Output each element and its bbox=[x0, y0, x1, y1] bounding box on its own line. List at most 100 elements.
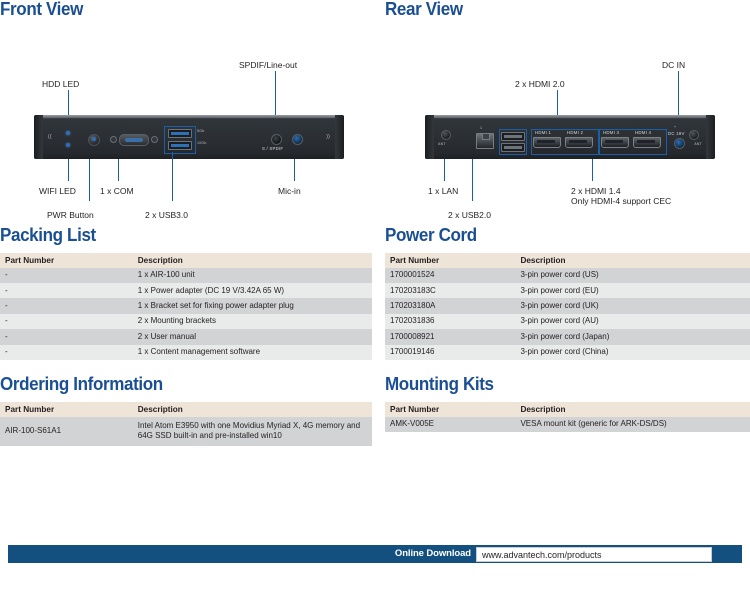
table-row: 170203180A 3-pin power cord (UK) bbox=[385, 298, 750, 314]
dc-voltage-label: DC 19V bbox=[668, 130, 685, 136]
cell-part-number: 170203183C bbox=[385, 282, 516, 299]
usb3-port-bottom bbox=[168, 140, 192, 150]
cell-part-number: - bbox=[0, 282, 133, 299]
power-cord-section: Power Cord Part Number Description 17000… bbox=[385, 224, 750, 361]
callout-dc-in: DC IN bbox=[662, 59, 686, 70]
header-part-number: Part Number bbox=[385, 252, 516, 268]
table-row: 1700001524 3-pin power cord (US) bbox=[385, 267, 750, 283]
usb3-top-label: 5Gb bbox=[197, 128, 205, 133]
leader-com bbox=[118, 158, 119, 181]
cell-part-number: 1700001524 bbox=[385, 267, 516, 283]
header-part-number: Part Number bbox=[385, 401, 516, 417]
callout-hdd-led: HDD LED bbox=[42, 78, 80, 89]
chassis-right-end bbox=[335, 114, 344, 159]
header-part-number: Part Number bbox=[0, 401, 133, 417]
hdmi2-label: HDMI 2 bbox=[567, 129, 584, 135]
chassis-left-end bbox=[34, 114, 43, 159]
table-row: AMK-V005E VESA mount kit (generic for AR… bbox=[385, 416, 750, 432]
table-header-row: Part Number Description bbox=[0, 401, 372, 417]
footer-bar: Online Download www.advantech.com/produc… bbox=[8, 545, 742, 563]
leader-hdmi-14 bbox=[592, 158, 593, 181]
lan-label: 1 bbox=[480, 125, 483, 130]
callout-hdmi-20: 2 x HDMI 2.0 bbox=[515, 78, 565, 89]
cell-part-number: 1700008921 bbox=[385, 329, 516, 345]
hdd-led-indicator bbox=[66, 130, 70, 135]
hdmi4-port bbox=[633, 136, 661, 148]
table-header-row: Part Number Description bbox=[385, 401, 750, 417]
antenna-right-label: ANT bbox=[694, 141, 702, 146]
antenna-right bbox=[689, 129, 699, 140]
table-header-row: Part Number Description bbox=[0, 252, 372, 268]
packing-list-title: Packing List bbox=[0, 224, 96, 245]
online-download-label: Online Download bbox=[394, 548, 471, 559]
cell-description: Intel Atom E3950 with one Movidius Myria… bbox=[132, 416, 372, 446]
mounting-kits-table: Part Number Description AMK-V005E VESA m… bbox=[385, 401, 750, 432]
leader-mic-in bbox=[294, 158, 295, 181]
callout-lan: 1 x LAN bbox=[428, 185, 459, 196]
cell-description: 2 x Mounting brackets bbox=[132, 313, 372, 330]
callout-hdmi-cec: Only HDMI-4 support CEC bbox=[571, 195, 672, 206]
usb3-port-top bbox=[168, 128, 192, 138]
cell-description: VESA mount kit (generic for ARK-DS/DS) bbox=[515, 416, 750, 432]
usb2-port-top bbox=[501, 131, 525, 141]
cell-description: 1 x Bracket set for fixing power adapter… bbox=[132, 298, 372, 314]
online-download-url-box[interactable]: www.advantech.com/products bbox=[476, 546, 712, 562]
cell-description: 1 x AIR-100 unit bbox=[132, 267, 372, 283]
front-view-section: Front View HDD LED SPDIF/Line-out (( )) bbox=[0, 0, 372, 220]
online-download-url[interactable]: www.advantech.com/products bbox=[482, 550, 602, 560]
rear-chassis-right-end bbox=[706, 114, 715, 159]
power-button[interactable] bbox=[88, 133, 100, 146]
hdmi1-port bbox=[533, 136, 561, 148]
cell-description: 3-pin power cord (UK) bbox=[515, 298, 750, 314]
table-row: - 1 x Content management software bbox=[0, 344, 372, 361]
cell-description: 3-pin power cord (AU) bbox=[515, 313, 750, 330]
packing-list-section: Packing List Part Number Description - 1… bbox=[0, 224, 372, 361]
front-chassis: (( )) 5Gb 10Gb S / SPDIF bbox=[34, 114, 344, 159]
com-port bbox=[119, 133, 149, 146]
table-row: 1702031836 3-pin power cord (AU) bbox=[385, 313, 750, 330]
cell-description: 3-pin power cord (China) bbox=[515, 344, 750, 361]
front-view-title: Front View bbox=[0, 0, 84, 19]
usb2-port-bottom bbox=[501, 142, 525, 152]
cell-description: 1 x Power adapter (DC 19 V/3.42A 65 W) bbox=[132, 282, 372, 299]
callout-mic-in: Mic-in bbox=[278, 185, 301, 196]
callout-pwr-button: PWR Button bbox=[47, 209, 94, 220]
hdmi3-port bbox=[601, 136, 629, 148]
callout-spdif-line-out: SPDIF/Line-out bbox=[239, 59, 298, 70]
table-row: AIR-100-S61A1 Intel Atom E3950 with one … bbox=[0, 416, 372, 446]
mounting-kits-section: Mounting Kits Part Number Description AM… bbox=[385, 374, 750, 432]
cell-part-number: - bbox=[0, 267, 133, 283]
power-cord-title: Power Cord bbox=[385, 224, 477, 245]
hdmi4-label: HDMI 4 bbox=[635, 129, 652, 135]
rear-view-diagram: 2 x HDMI 2.0 DC IN ANT ANT 1 HDMI 1 HDMI… bbox=[385, 27, 750, 220]
com-screw-right bbox=[151, 135, 158, 143]
ordering-information-table: Part Number Description AIR-100-S61A1 In… bbox=[0, 401, 372, 446]
hdmi1-label: HDMI 1 bbox=[535, 129, 552, 135]
table-row: 1700019146 3-pin power cord (China) bbox=[385, 344, 750, 361]
cell-part-number: - bbox=[0, 298, 133, 314]
hdmi3-label: HDMI 3 bbox=[603, 129, 620, 135]
header-part-number: Part Number bbox=[0, 252, 133, 268]
header-description: Description bbox=[132, 252, 372, 268]
callout-com: 1 x COM bbox=[100, 185, 134, 196]
leader-usb3 bbox=[172, 151, 173, 201]
leader-lan bbox=[444, 158, 445, 181]
table-row: - 1 x Bracket set for fixing power adapt… bbox=[0, 298, 372, 314]
rear-view-section: Rear View 2 x HDMI 2.0 DC IN ANT ANT 1 H… bbox=[385, 0, 750, 220]
table-row: 1700008921 3-pin power cord (Japan) bbox=[385, 329, 750, 345]
power-cord-table: Part Number Description 1700001524 3-pin… bbox=[385, 252, 750, 361]
ordering-information-title: Ordering Information bbox=[0, 373, 163, 394]
front-left-mark: (( bbox=[48, 133, 52, 140]
rear-chassis-left-end bbox=[425, 114, 434, 159]
leader-wifi-led bbox=[68, 158, 69, 181]
table-row: 170203183C 3-pin power cord (EU) bbox=[385, 282, 750, 299]
callout-usb3: 2 x USB3.0 bbox=[145, 209, 188, 220]
cell-part-number: 1700019146 bbox=[385, 344, 516, 361]
cell-part-number: - bbox=[0, 344, 133, 361]
header-description: Description bbox=[515, 252, 750, 268]
leader-usb2 bbox=[472, 158, 473, 201]
callout-usb2: 2 x USB2.0 bbox=[448, 209, 491, 220]
table-row: - 2 x User manual bbox=[0, 329, 372, 345]
cell-part-number: 1702031836 bbox=[385, 313, 516, 330]
datasheet-page: Front View HDD LED SPDIF/Line-out (( )) bbox=[0, 0, 750, 591]
